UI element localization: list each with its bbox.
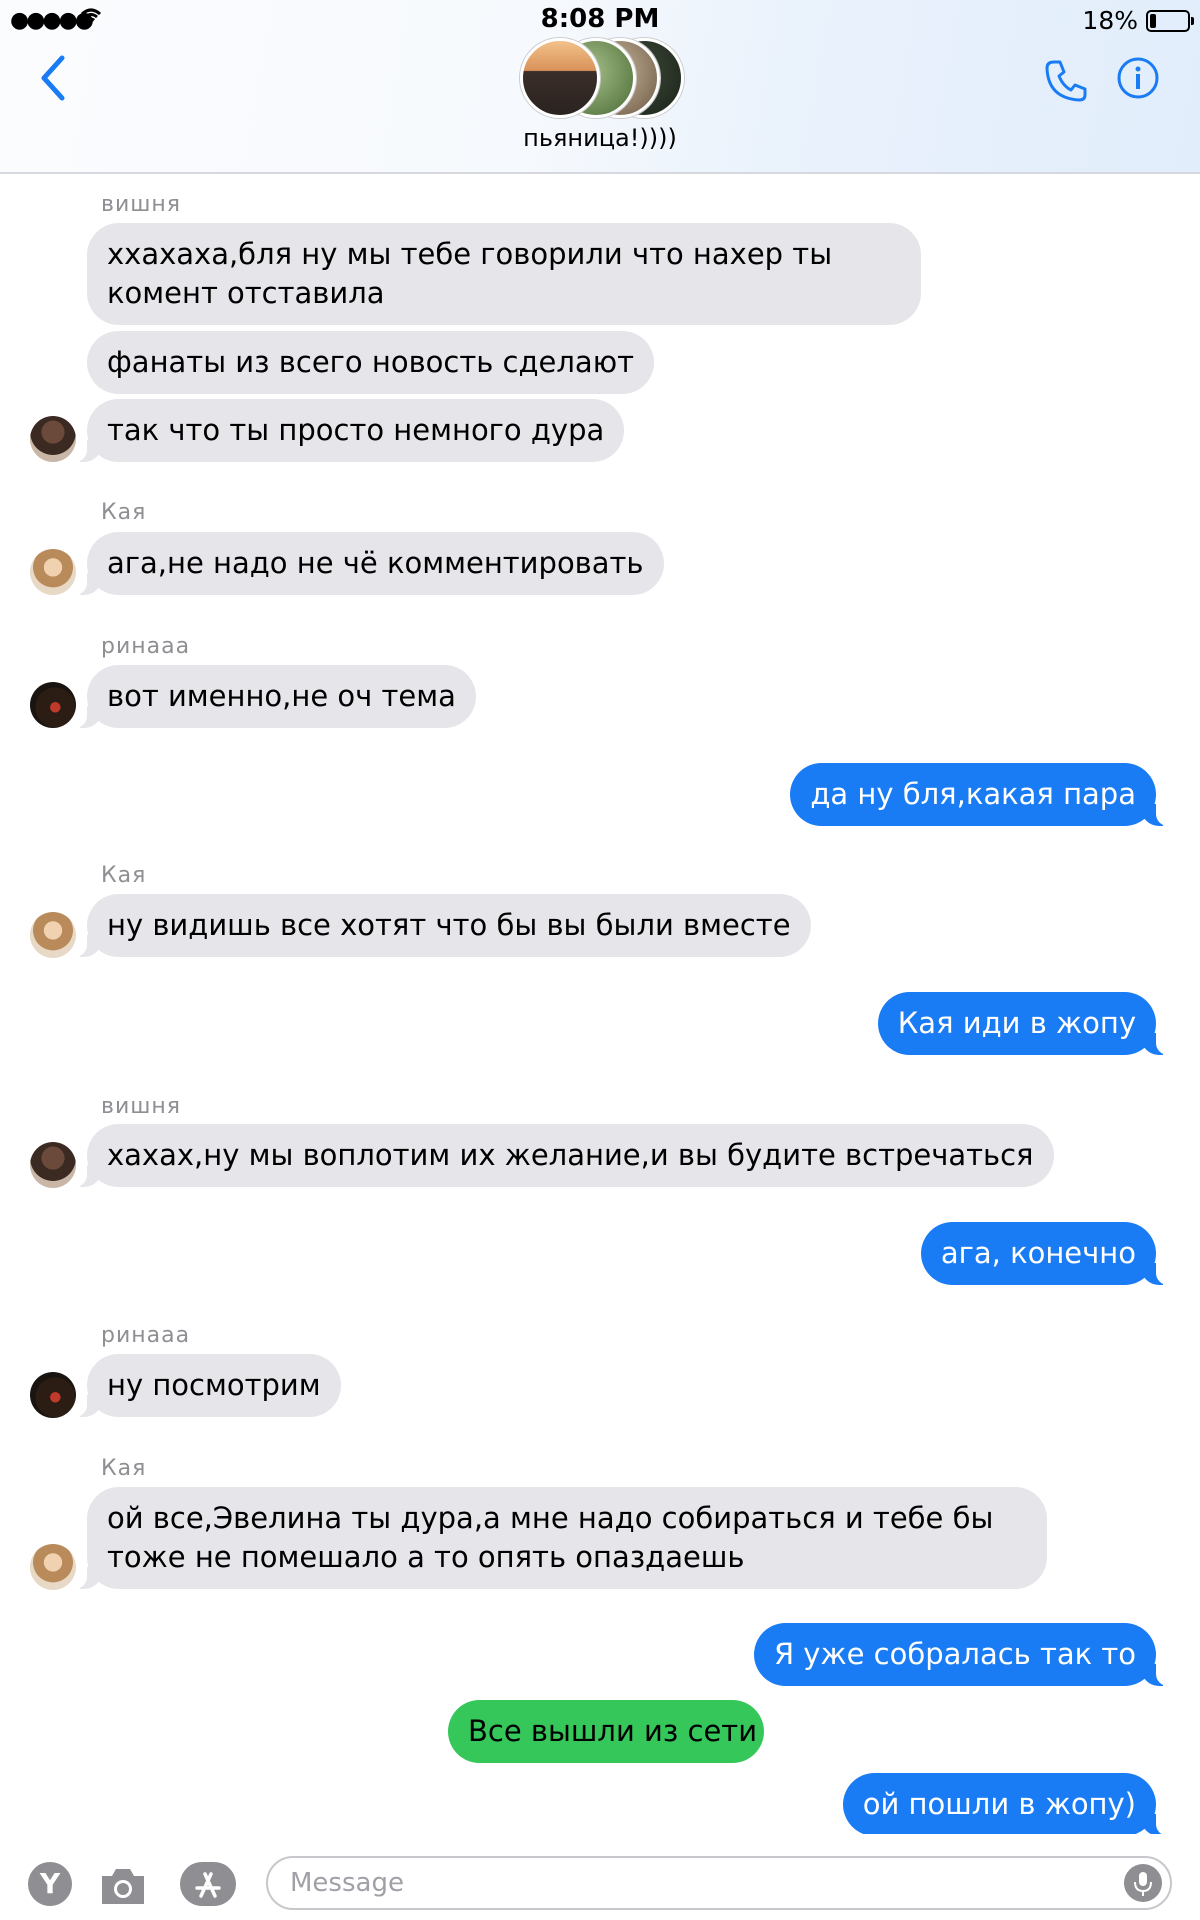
group-name[interactable]: пьяница!)))): [0, 124, 1200, 152]
message-bubble-incoming[interactable]: вот именно,не оч тема: [71, 665, 476, 728]
sender-avatar[interactable]: [30, 682, 76, 728]
battery-icon: [1146, 10, 1194, 32]
message-bubble-outgoing[interactable]: Кая иди в жопу: [877, 992, 1173, 1055]
info-icon[interactable]: [1116, 56, 1160, 100]
y-app-button[interactable]: Y: [28, 1862, 72, 1906]
message-bubble-outgoing[interactable]: ага, конечно: [920, 1222, 1173, 1285]
camera-icon[interactable]: [98, 1862, 148, 1910]
message-bubble-incoming[interactable]: ага,не надо не чё комментировать: [71, 532, 664, 595]
message-bubble-green[interactable]: Все вышли из сети: [448, 1700, 764, 1763]
composer-bar: Y: [0, 1834, 1200, 1920]
message-bubble-outgoing[interactable]: Я уже собралась так то: [753, 1623, 1173, 1686]
sender-name: вишня: [101, 192, 182, 217]
sender-name: вишня: [101, 1094, 182, 1119]
member-avatar: [520, 38, 600, 118]
app-store-glyph: [195, 1872, 221, 1898]
status-time: 8:08 PM: [540, 4, 660, 34]
sender-avatar[interactable]: [30, 1544, 76, 1590]
sender-avatar[interactable]: [30, 1372, 76, 1418]
microphone-icon[interactable]: [1124, 1864, 1162, 1902]
group-avatars[interactable]: [520, 38, 684, 118]
sender-avatar[interactable]: [30, 912, 76, 958]
message-bubble-incoming[interactable]: так что ты просто немного дура: [70, 399, 625, 462]
message-bubble-incoming[interactable]: фанаты из всего новость сделают: [87, 331, 654, 394]
message-bubble-incoming[interactable]: ххахаха,бля ну мы тебе говорили что нахе…: [87, 223, 921, 325]
app-store-icon[interactable]: [180, 1862, 236, 1906]
message-bubble-incoming[interactable]: ну видишь все хотят что бы вы были вмест…: [71, 894, 811, 957]
message-bubble-incoming[interactable]: ну посмотрим: [71, 1354, 341, 1417]
message-bubble-incoming[interactable]: ой все,Эвелина ты дура,а мне надо собира…: [71, 1487, 1047, 1589]
sender-name: Кая: [101, 1456, 147, 1481]
back-chevron-icon[interactable]: [32, 52, 76, 104]
conversation-header: ●●●●● 8:08 PM 18% пьяница!)))): [0, 0, 1200, 174]
sender-avatar[interactable]: [30, 416, 76, 462]
message-input[interactable]: [266, 1856, 1172, 1910]
sender-avatar[interactable]: [30, 1142, 76, 1188]
sender-name: ринааа: [101, 1323, 191, 1348]
message-list[interactable]: вишня ххахаха,бля ну мы тебе говорили чт…: [0, 174, 1200, 1836]
message-bubble-outgoing[interactable]: да ну бля,какая пара: [790, 763, 1172, 826]
sender-name: Кая: [101, 863, 147, 888]
sender-avatar[interactable]: [30, 549, 76, 595]
phone-icon[interactable]: [1042, 56, 1090, 104]
message-bubble-outgoing[interactable]: ой пошли в жопу): [842, 1773, 1173, 1836]
sender-name: Кая: [101, 500, 147, 525]
battery-percent: 18%: [1082, 6, 1138, 35]
message-bubble-incoming[interactable]: хахах,ну мы воплотим их желание,и вы буд…: [71, 1124, 1054, 1187]
sender-name: ринааа: [101, 634, 191, 659]
battery-level: [1150, 14, 1157, 28]
